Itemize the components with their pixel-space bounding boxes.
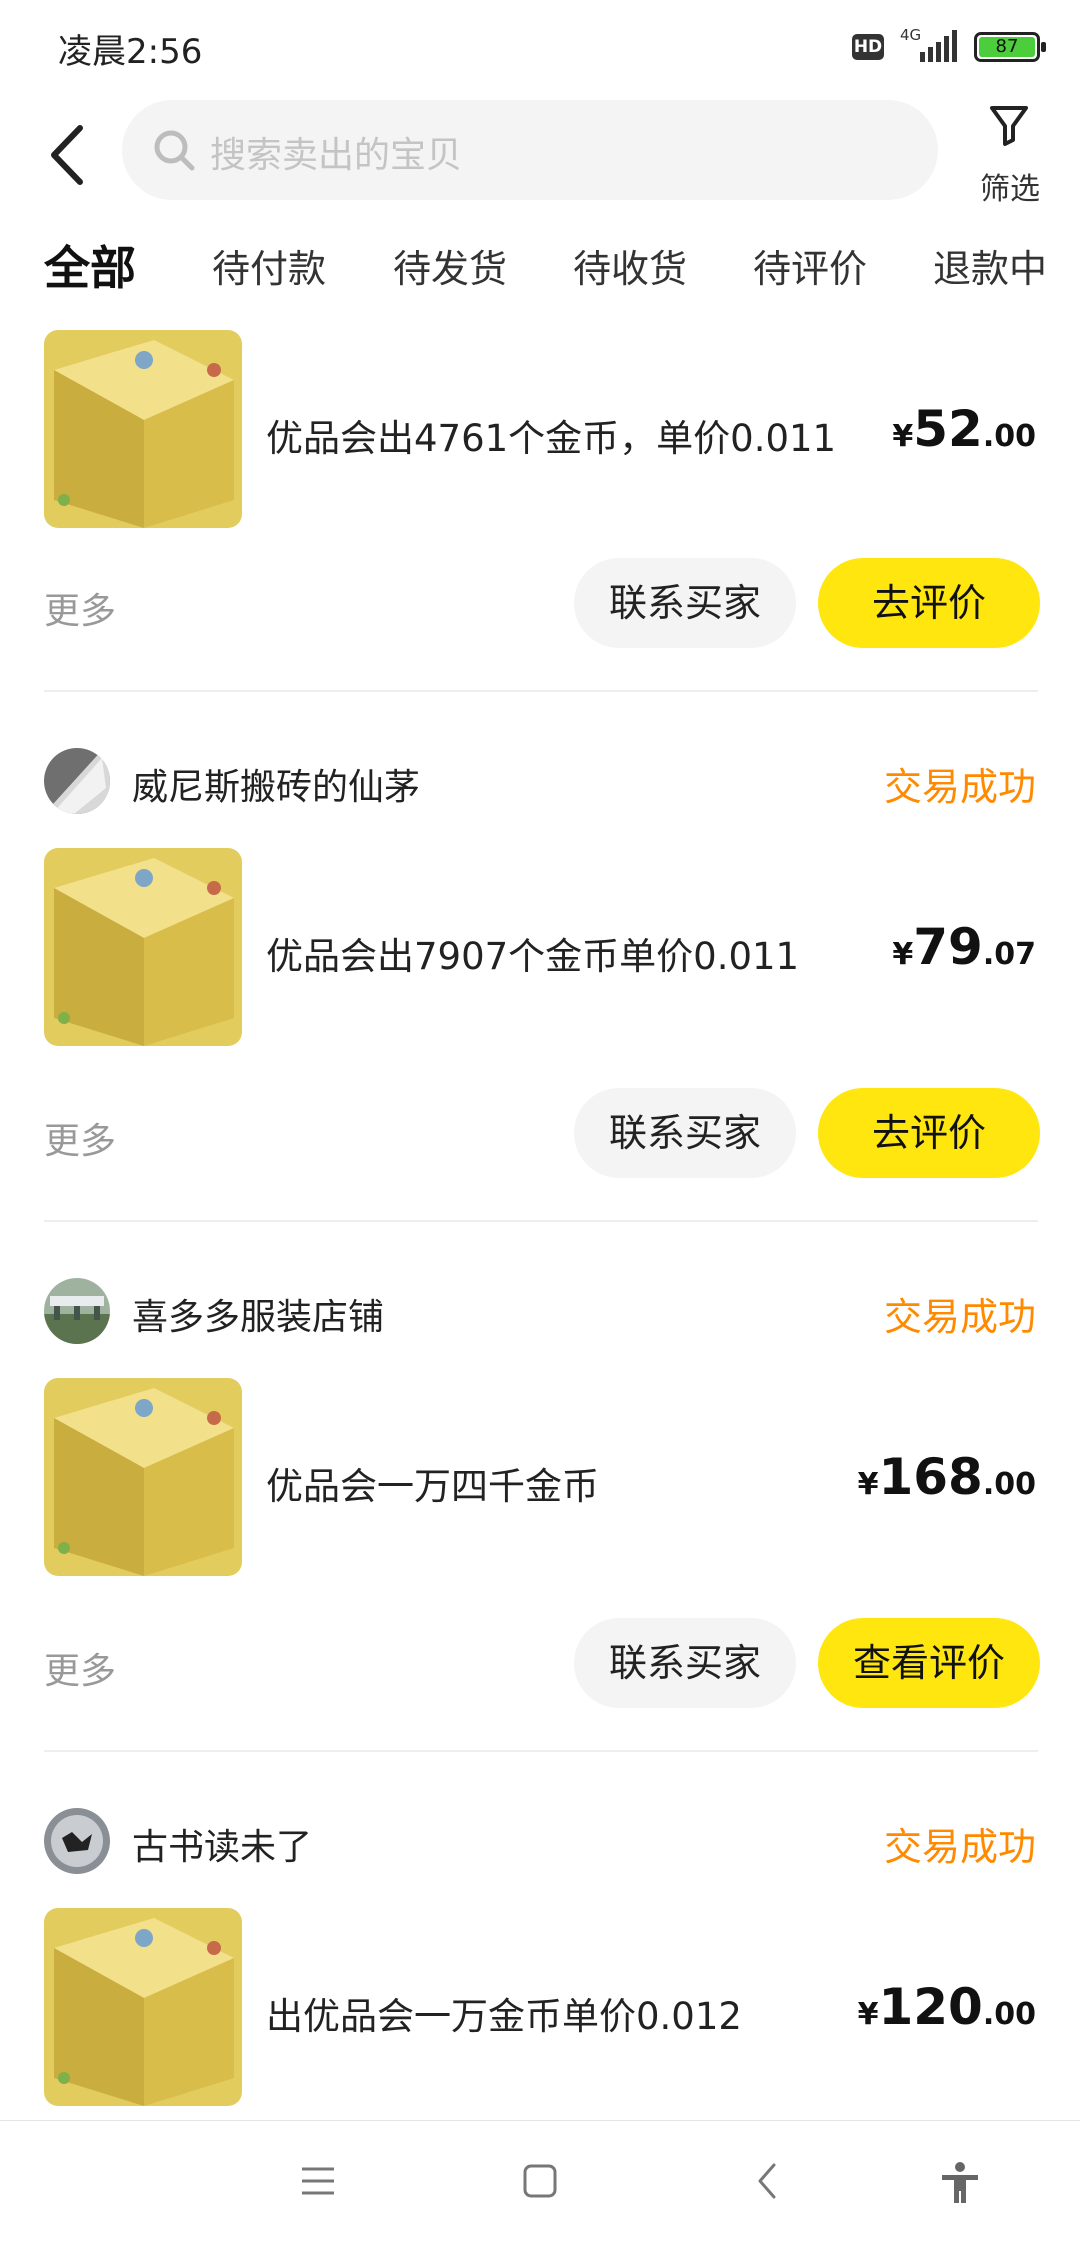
search-placeholder: 搜索卖出的宝贝: [210, 135, 463, 176]
search-icon: [154, 130, 195, 171]
battery-level: 87: [979, 37, 1035, 57]
avatar: [44, 1278, 110, 1344]
seller-row[interactable]: 古书读未了 交易成功: [44, 1808, 1044, 1878]
tab-all-label: 全部: [44, 241, 136, 295]
item-title: 出优品会一万金币单价0.012: [266, 1995, 742, 2038]
search-header: 搜索卖出的宝贝 筛选: [0, 100, 1080, 210]
item-thumbnail: [44, 848, 242, 1046]
review-button[interactable]: 去评价: [818, 558, 1040, 648]
hd-icon: HD: [852, 34, 884, 60]
seller-name: 威尼斯搬砖的仙茅: [132, 767, 421, 808]
divider: [44, 1750, 1038, 1752]
item-thumbnail: [44, 1908, 242, 2106]
status-badge: 交易成功: [883, 1295, 1036, 1339]
order-item[interactable]: 优品会出4761个金币，单价0.011 ¥52.00: [44, 330, 1044, 530]
status-bar: 凌晨2:56 HD 4G 87: [0, 0, 1080, 100]
system-nav-bar: [0, 2120, 1080, 2248]
menu-icon[interactable]: [298, 2161, 338, 2201]
tab-all[interactable]: 全部: [40, 232, 140, 298]
tab-pending-review[interactable]: 待评价: [753, 238, 867, 293]
filter-label: 筛选: [980, 172, 1040, 207]
contact-buyer-button[interactable]: 联系买家: [574, 1618, 796, 1708]
contact-buyer-button[interactable]: 联系买家: [574, 558, 796, 648]
status-badge: 交易成功: [883, 1825, 1036, 1869]
order-actions: 更多 联系买家 去评价: [44, 1088, 1044, 1178]
order-actions: 更多 联系买家 查看评价: [44, 1618, 1044, 1708]
order-item[interactable]: 优品会一万四千金币 ¥168.00: [44, 1378, 1044, 1578]
more-link[interactable]: 更多: [44, 1642, 116, 1694]
order-item[interactable]: 优品会出7907个金币单价0.011 ¥79.07: [44, 848, 1044, 1048]
seller-name: 喜多多服装店铺: [132, 1297, 385, 1338]
item-thumbnail: [44, 1378, 242, 1576]
item-title: 优品会出7907个金币单价0.011: [266, 935, 800, 978]
signal-icon: [920, 30, 957, 62]
view-review-button[interactable]: 查看评价: [818, 1618, 1040, 1708]
item-price: ¥79.07: [892, 918, 1036, 976]
order-item[interactable]: 出优品会一万金币单价0.012 ¥120.00: [44, 1908, 1044, 2108]
item-title: 优品会一万四千金币: [266, 1465, 599, 1508]
divider: [44, 690, 1038, 692]
item-price: ¥120.00: [857, 1978, 1036, 2036]
filter-funnel-icon: [990, 106, 1028, 146]
order-card: 优品会出4761个金币，单价0.011 ¥52.00 更多 联系买家 去评价: [0, 330, 1080, 692]
tab-pending-shipment[interactable]: 待发货: [393, 238, 507, 293]
battery-icon: 87: [974, 32, 1046, 62]
filter-button[interactable]: 筛选: [966, 102, 1052, 207]
order-list: 优品会出4761个金币，单价0.011 ¥52.00 更多 联系买家 去评价 威…: [0, 330, 1080, 2120]
order-card: 威尼斯搬砖的仙茅 交易成功 优品会出7907个金币单价0.011 ¥79.07 …: [0, 748, 1080, 1278]
item-price: ¥52.00: [892, 400, 1036, 458]
seller-row[interactable]: 喜多多服装店铺 交易成功: [44, 1278, 1044, 1348]
tab-pending-receipt[interactable]: 待收货: [573, 238, 687, 293]
seller-name: 古书读未了: [132, 1827, 313, 1868]
order-card: 喜多多服装店铺 交易成功 优品会一万四千金币 ¥168.00 更多 联系买家 查…: [0, 1278, 1080, 1808]
nav-back-icon[interactable]: [748, 2161, 788, 2201]
more-link[interactable]: 更多: [44, 582, 116, 634]
tab-pending-payment[interactable]: 待付款: [212, 238, 326, 293]
item-thumbnail: [44, 330, 242, 528]
review-button[interactable]: 去评价: [818, 1088, 1040, 1178]
item-title: 优品会出4761个金币，单价0.011: [266, 417, 837, 460]
order-tabs: 全部 待付款 待发货 待收货 待评价 退款中: [0, 228, 1080, 308]
status-badge: 交易成功: [883, 765, 1036, 809]
back-arrow-icon[interactable]: [44, 120, 94, 190]
search-input[interactable]: 搜索卖出的宝贝: [122, 100, 938, 200]
contact-buyer-button[interactable]: 联系买家: [574, 1088, 796, 1178]
avatar: [44, 1808, 110, 1874]
seller-row[interactable]: 威尼斯搬砖的仙茅 交易成功: [44, 748, 1044, 818]
status-time: 凌晨2:56: [58, 32, 203, 72]
avatar: [44, 748, 110, 814]
accessibility-icon[interactable]: [938, 2161, 982, 2205]
more-link[interactable]: 更多: [44, 1112, 116, 1164]
tab-refunding[interactable]: 退款中: [933, 238, 1047, 293]
order-actions: 更多 联系买家 去评价: [44, 558, 1044, 648]
divider: [44, 1220, 1038, 1222]
item-price: ¥168.00: [857, 1448, 1036, 1506]
home-square-icon[interactable]: [520, 2161, 560, 2201]
order-card: 古书读未了 交易成功 出优品会一万金币单价0.012 ¥120.00: [0, 1808, 1080, 2120]
